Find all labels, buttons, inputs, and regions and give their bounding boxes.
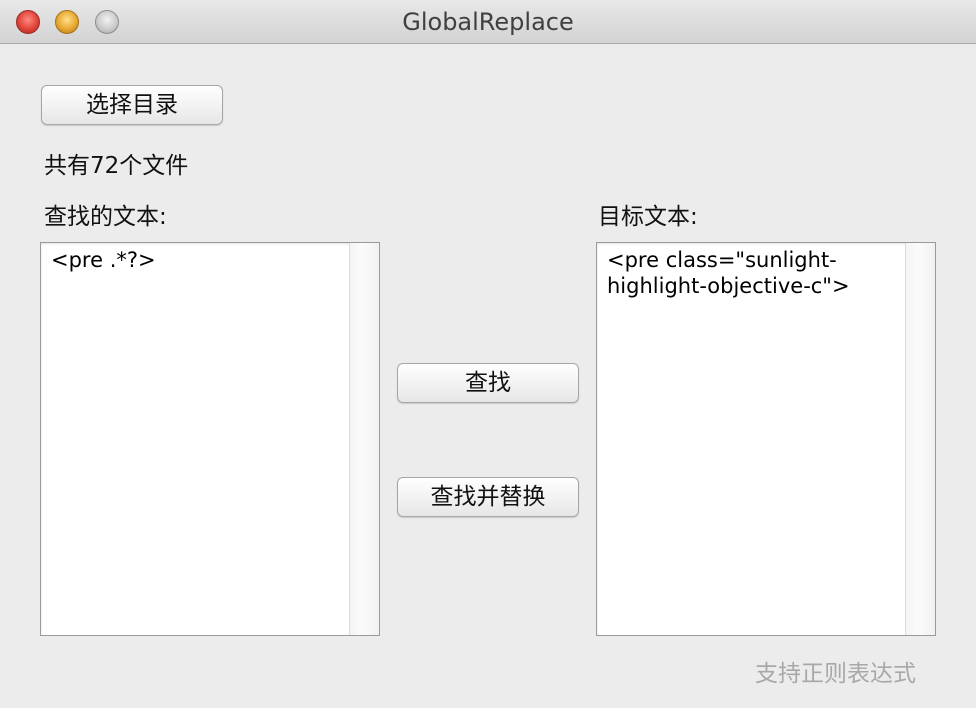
target-text-area[interactable]: <pre class="sunlight- highlight-objectiv… xyxy=(596,242,936,636)
title-bar[interactable]: GlobalReplace xyxy=(0,0,976,44)
choose-directory-button[interactable]: 选择目录 xyxy=(41,85,223,125)
search-text-label: 查找的文本: xyxy=(44,204,167,230)
regex-support-hint: 支持正则表达式 xyxy=(755,661,916,687)
search-text-area[interactable]: <pre .*?> xyxy=(40,242,380,636)
file-count-label: 共有72个文件 xyxy=(44,153,189,179)
target-text-label: 目标文本: xyxy=(598,204,698,230)
search-text-value[interactable]: <pre .*?> xyxy=(51,247,156,273)
find-button[interactable]: 查找 xyxy=(397,363,579,403)
find-and-replace-button[interactable]: 查找并替换 xyxy=(397,477,579,517)
search-text-scrollbar[interactable] xyxy=(349,243,379,635)
target-text-scrollbar[interactable] xyxy=(905,243,935,635)
window-title: GlobalReplace xyxy=(402,8,574,36)
target-text-value[interactable]: <pre class="sunlight- highlight-objectiv… xyxy=(607,247,850,299)
app-window: GlobalReplace 选择目录 共有72个文件 查找的文本: 目标文本: … xyxy=(0,0,976,708)
